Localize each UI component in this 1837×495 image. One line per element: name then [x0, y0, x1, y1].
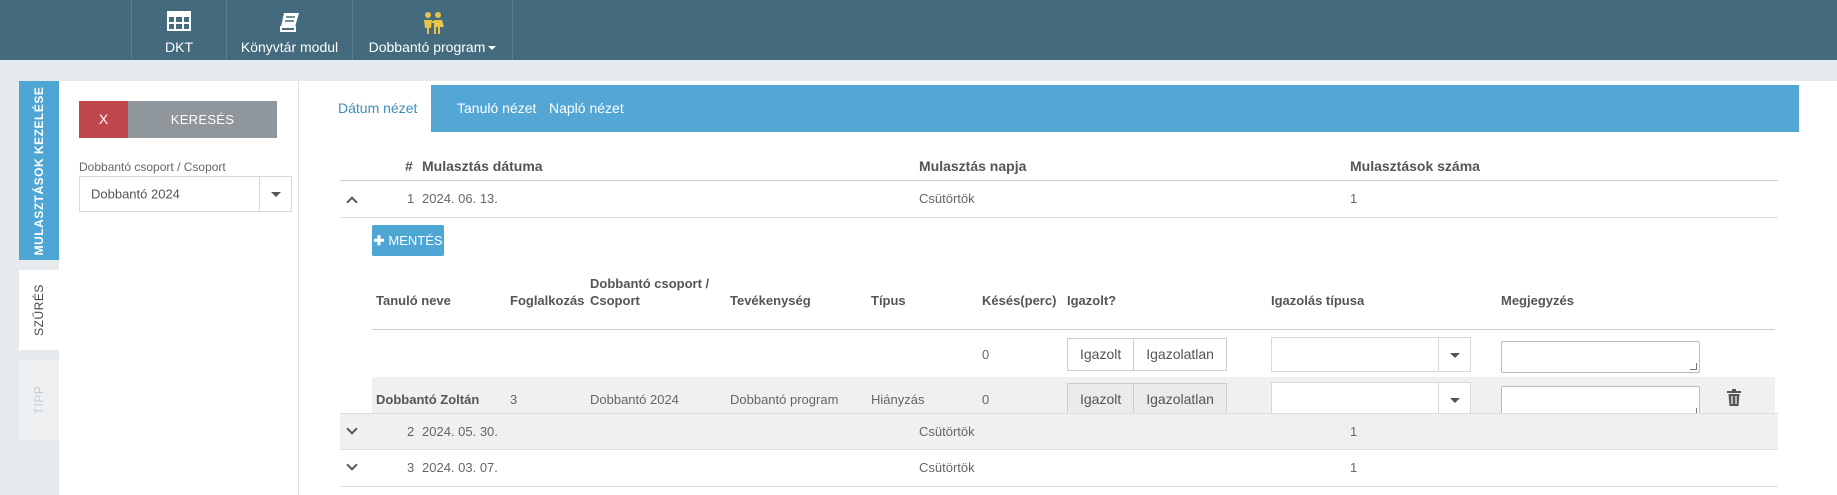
- column-header-type: Típus: [871, 293, 906, 308]
- group-filter-label: Dobbantó csoport / Csoport: [79, 160, 226, 174]
- row-count: 1: [1350, 460, 1358, 475]
- plus-icon: ✚: [373, 233, 385, 248]
- content-panel: Dátum nézet Tanuló nézet Napló nézet # M…: [298, 81, 1837, 495]
- caret-down-icon: [488, 46, 497, 51]
- lesson-value: 3: [510, 392, 518, 407]
- nav-item-dobbanto[interactable]: Dobbantó program: [353, 0, 513, 60]
- side-tab-tipp: TIPP: [19, 360, 59, 440]
- row-date: 2024. 03. 07.: [422, 460, 498, 475]
- column-header-justified: Igazolt?: [1067, 293, 1117, 308]
- save-button[interactable]: ✚ MENTÉS: [372, 225, 444, 256]
- grid-header: # Mulasztás dátuma Mulasztás napja Mulas…: [340, 153, 1778, 181]
- group-value: Dobbantó 2024: [590, 392, 679, 407]
- justified-toggle: Igazolt Igazolatlan: [1067, 338, 1227, 371]
- justified-button[interactable]: Igazolt: [1068, 339, 1133, 370]
- column-header-student: Tanuló neve: [376, 293, 451, 308]
- side-tab-szures[interactable]: SZŰRÉS: [19, 270, 59, 350]
- row-number: 3: [407, 460, 415, 475]
- filter-panel: X KERESÉS Dobbantó csoport / Csoport Dob…: [59, 81, 298, 495]
- justified-toggle: Igazolt Igazolatlan: [1067, 383, 1227, 416]
- column-header-note: Megjegyzés: [1501, 293, 1574, 308]
- chevron-up-icon[interactable]: [346, 196, 358, 208]
- note-textarea[interactable]: [1501, 341, 1700, 373]
- tab-datum-nezet[interactable]: Dátum nézet: [324, 85, 432, 132]
- justify-type-select[interactable]: [1271, 337, 1471, 372]
- bulk-edit-row: 0 Igazolt Igazolatlan: [372, 332, 1775, 377]
- view-tabs: Dátum nézet Tanuló nézet Napló nézet: [324, 85, 1799, 132]
- row-day: Csütörtök: [919, 424, 975, 439]
- row-date: 2024. 05. 30.: [422, 424, 498, 439]
- chevron-down-icon[interactable]: [1438, 383, 1470, 416]
- justify-type-select[interactable]: [1271, 382, 1471, 417]
- side-tab-label: TIPP: [32, 385, 46, 415]
- detail-header: Tanuló neve Foglalkozás Dobbantó csoport…: [372, 266, 1775, 330]
- children-icon: [420, 11, 446, 38]
- nav-item-dkt[interactable]: DKT: [131, 0, 227, 60]
- nav-label: DKT: [165, 39, 193, 55]
- chevron-down-icon[interactable]: [1438, 338, 1470, 371]
- table-row: 1 2024. 06. 13. Csütörtök 1: [340, 181, 1778, 218]
- chevron-down-icon[interactable]: [346, 459, 358, 471]
- search-button[interactable]: KERESÉS: [128, 101, 277, 138]
- type-value: Hiányzás: [871, 392, 925, 407]
- column-header-date: Mulasztás dátuma: [422, 158, 543, 174]
- unjustified-button[interactable]: Igazolatlan: [1133, 384, 1226, 415]
- row-count: 1: [1350, 191, 1358, 206]
- top-navigation: DKT Könyvtár modul Dobbantó program: [0, 0, 1837, 60]
- unjustified-button[interactable]: Igazolatlan: [1133, 339, 1226, 370]
- nav-item-konyvtar[interactable]: Könyvtár modul: [227, 0, 353, 60]
- table-row: 2 2024. 05. 30. Csütörtök 1: [340, 413, 1778, 450]
- table-row: 3 2024. 03. 07. Csütörtök 1: [340, 450, 1778, 487]
- table-icon: [167, 11, 191, 34]
- clear-filter-button[interactable]: X: [79, 101, 128, 138]
- nav-label: Dobbantó program: [368, 39, 486, 55]
- chevron-down-icon[interactable]: [259, 177, 291, 211]
- side-tab-mulasztasok[interactable]: MULASZTÁSOK KEZELÉSE: [19, 81, 59, 260]
- side-tab-label: MULASZTÁSOK KEZELÉSE: [32, 86, 46, 255]
- book-icon: [278, 11, 302, 36]
- nav-label-wrap: Dobbantó program: [353, 39, 512, 55]
- column-header-day: Mulasztás napja: [919, 158, 1027, 174]
- column-header-late: Késés(perc): [982, 293, 1057, 308]
- justified-button[interactable]: Igazolt: [1068, 384, 1134, 415]
- row-day: Csütörtök: [919, 460, 975, 475]
- column-header-group: Dobbantó csoport /: [590, 276, 710, 291]
- save-label: MENTÉS: [388, 233, 443, 248]
- nav-label: Könyvtár modul: [240, 39, 339, 55]
- late-value: 0: [982, 392, 990, 407]
- side-tab-label: SZŰRÉS: [32, 284, 46, 336]
- activity-value: Dobbantó program: [730, 392, 839, 407]
- column-header-justify-type: Igazolás típusa: [1271, 293, 1365, 308]
- select-value: Dobbantó 2024: [91, 186, 180, 202]
- row-date: 2024. 06. 13.: [422, 191, 498, 206]
- column-header-count: Mulasztások száma: [1350, 158, 1480, 174]
- late-value: 0: [982, 347, 990, 362]
- trash-icon[interactable]: [1726, 388, 1742, 410]
- column-header-activity: Tevékenység: [730, 293, 811, 308]
- row-number: 2: [407, 424, 415, 439]
- column-header-num: #: [405, 158, 413, 174]
- student-name: Dobbantó Zoltán: [376, 392, 480, 407]
- column-header-group-line2: Csoport: [590, 293, 640, 308]
- group-filter-select[interactable]: Dobbantó 2024: [79, 176, 292, 212]
- chevron-down-icon[interactable]: [346, 423, 358, 435]
- row-number: 1: [407, 191, 415, 206]
- column-header-lesson: Foglalkozás: [510, 293, 585, 308]
- row-count: 1: [1350, 424, 1358, 439]
- row-day: Csütörtök: [919, 191, 975, 206]
- tab-naplo-nezet[interactable]: Napló nézet: [535, 85, 638, 132]
